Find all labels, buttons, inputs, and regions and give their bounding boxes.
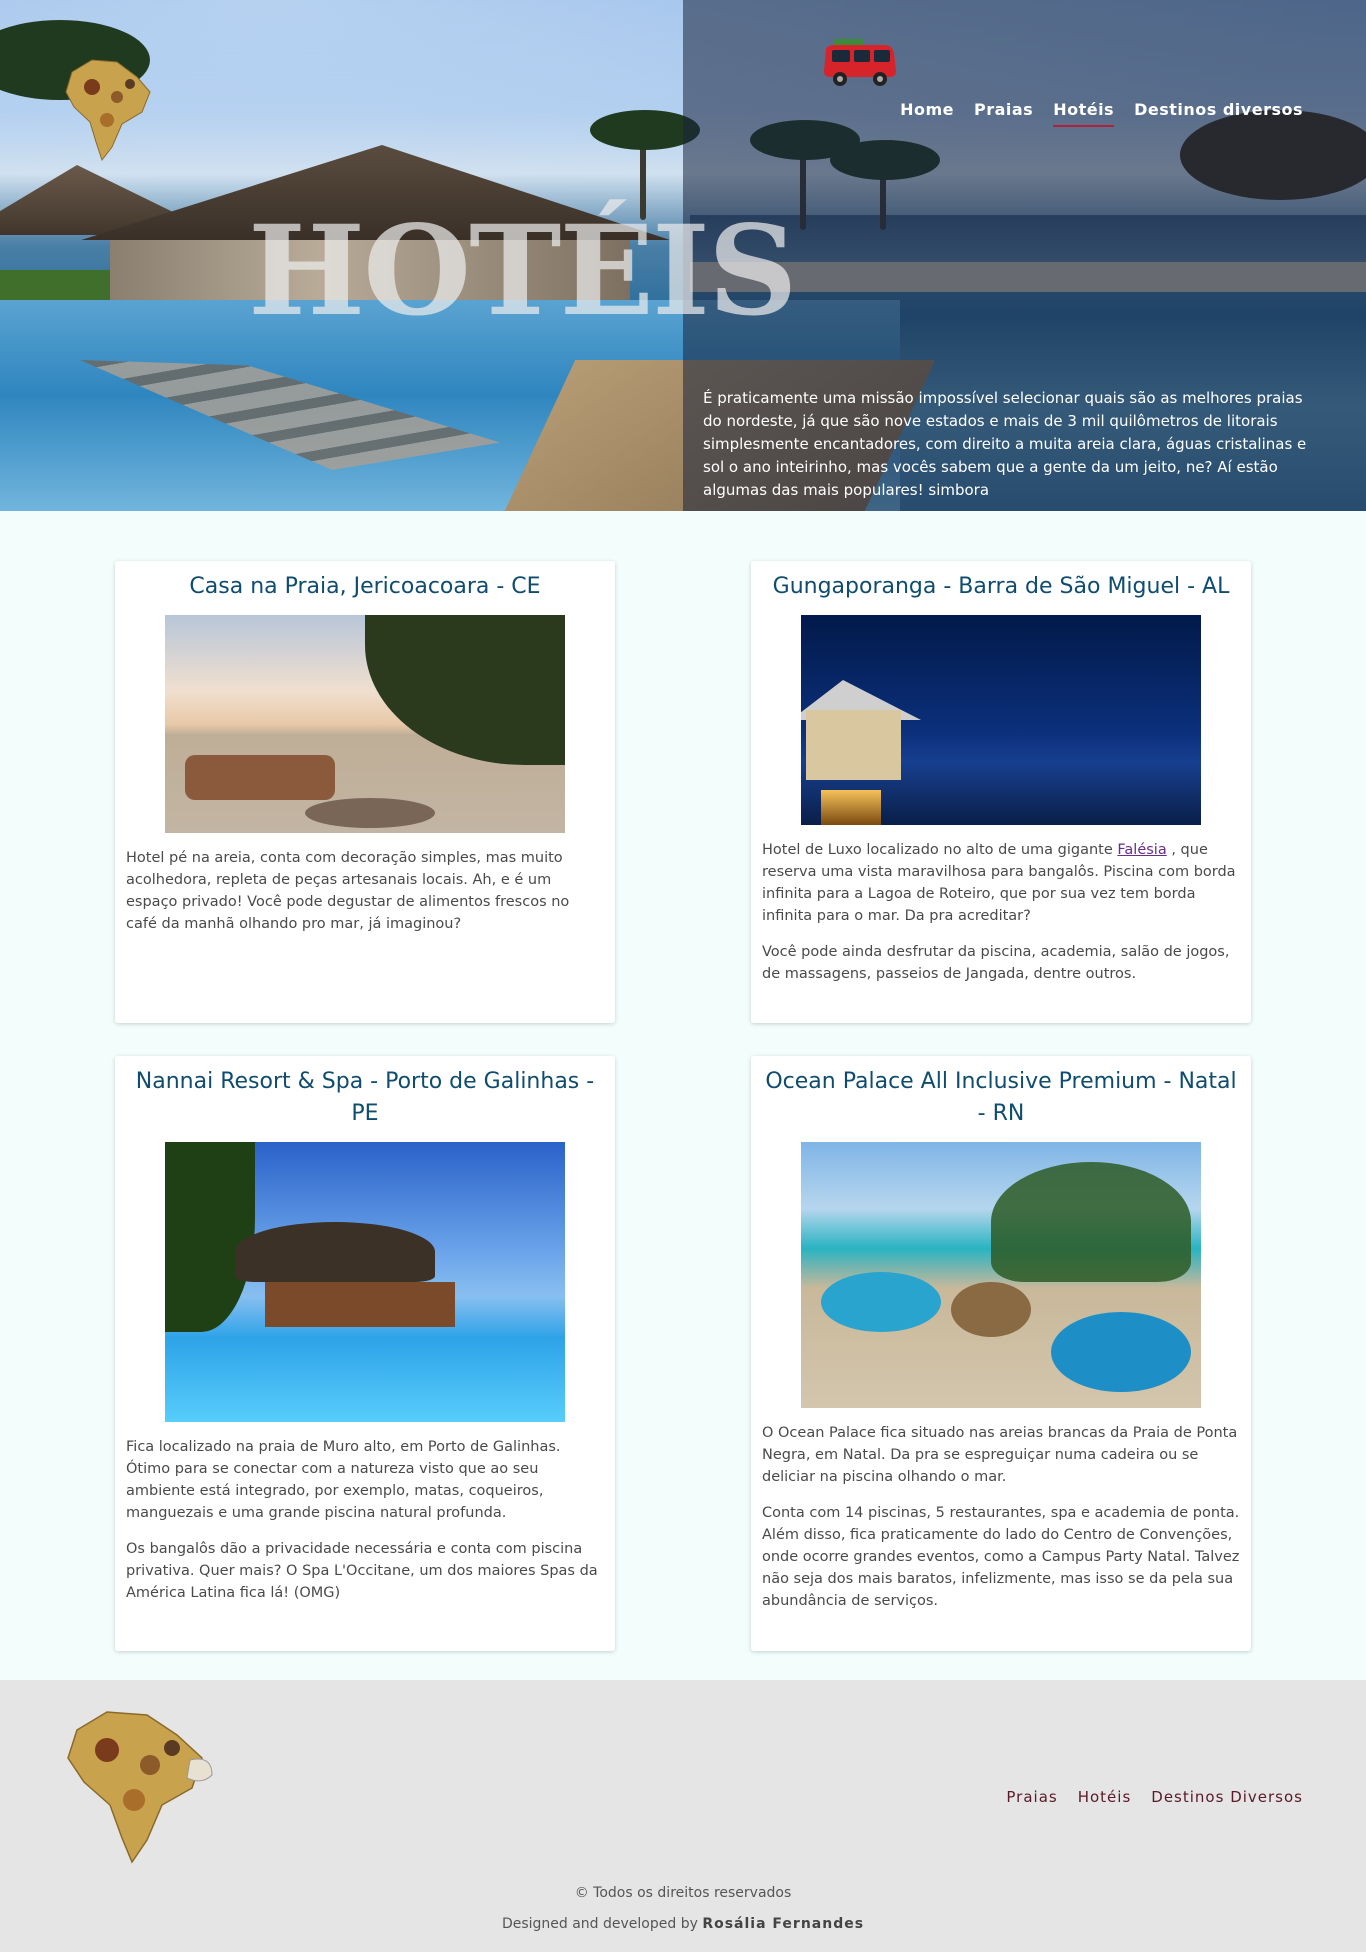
author-name: Rosália Fernandes [702, 1916, 865, 1932]
page-title: HOTÉIS [248, 199, 798, 344]
footer-praias-link[interactable]: Praias [1006, 1788, 1057, 1806]
photo-palm [165, 1142, 255, 1332]
nav-destinos-link[interactable]: Destinos diversos [1134, 100, 1303, 127]
hotel-photo-jericoacoara [165, 615, 565, 833]
photo-bungalow [806, 710, 901, 780]
footer-nav: Praias Hotéis Destinos Diversos [1006, 1788, 1303, 1806]
hotel-photo-gungaporanga [801, 615, 1201, 825]
nav-home-link[interactable]: Home [900, 100, 954, 127]
credit-text: Designed and developed by Rosália Fernan… [0, 1916, 1366, 1932]
photo-hut [951, 1282, 1031, 1337]
main-nav: Home Praias Hotéis Destinos diversos [900, 100, 1303, 127]
hotel-card-description: Você pode ainda desfrutar da piscina, ac… [762, 944, 1230, 982]
photo-tree [365, 615, 565, 765]
photo-daybed [185, 755, 335, 800]
hotel-card-description: Hotel pé na areia, conta com decoração s… [126, 850, 570, 932]
hotel-photo-nannai [165, 1142, 565, 1422]
hotel-card-gungaporanga: Gungaporanga - Barra de São Miguel - AL … [751, 561, 1251, 1023]
hotel-card-description: Hotel de Luxo localizado no alto de uma … [762, 839, 1240, 927]
copyright-text: © Todos os direitos reservados [574, 1885, 792, 1901]
footer-hoteis-link[interactable]: Hotéis [1078, 1788, 1132, 1806]
photo-light-reflection [821, 790, 881, 825]
footer-destinos-link[interactable]: Destinos Diversos [1151, 1788, 1303, 1806]
hotel-card-ocean-palace: Ocean Palace All Inclusive Premium - Nat… [751, 1056, 1251, 1651]
hotel-card-description: Fica localizado na praia de Muro alto, e… [126, 1439, 561, 1521]
hotel-card-title: Casa na Praia, Jericoacoara - CE [189, 574, 541, 599]
hotel-card-description: Os bangalôs dão a privacidade necessária… [126, 1541, 598, 1601]
photo-pool [821, 1272, 941, 1332]
hero-intro-text: É praticamente uma missão impossível sel… [703, 389, 1307, 499]
northeast-map-logo[interactable] [62, 52, 152, 162]
nav-hoteis-link[interactable]: Hotéis [1053, 100, 1115, 127]
hotel-card-title: Nannai Resort & Spa - Porto de Galinhas … [135, 1069, 595, 1126]
falesia-link[interactable]: Falésia [1117, 842, 1166, 858]
photo-thatched-roof [235, 1222, 435, 1282]
hotel-card-jericoacoara: Casa na Praia, Jericoacoara - CE Hotel p… [115, 561, 615, 1023]
photo-pool [1051, 1312, 1191, 1392]
photo-bungalow-deck [265, 1282, 455, 1327]
photo-rug [305, 798, 435, 828]
description-text: Hotel de Luxo localizado no alto de uma … [762, 842, 1118, 858]
red-van-icon [824, 39, 896, 86]
hotel-card-description: O Ocean Palace fica situado nas areias b… [762, 1425, 1238, 1485]
hotel-card-description: Conta com 14 piscinas, 5 restaurantes, s… [762, 1505, 1240, 1609]
northeast-map-logo[interactable] [62, 1700, 217, 1865]
site-footer: Praias Hotéis Destinos Diversos © Todos … [0, 1680, 1366, 1952]
credit-prefix: Designed and developed by [501, 1916, 703, 1932]
hotel-card-title: Gungaporanga - Barra de São Miguel - AL [772, 574, 1230, 599]
photo-palms [991, 1162, 1191, 1282]
hotel-photo-ocean-palace [801, 1142, 1201, 1408]
hotel-card-nannai: Nannai Resort & Spa - Porto de Galinhas … [115, 1056, 615, 1651]
hotel-card-title: Ocean Palace All Inclusive Premium - Nat… [765, 1069, 1237, 1126]
hero-banner: Home Praias Hotéis Destinos diversos HOT… [0, 0, 1366, 511]
nav-praias-link[interactable]: Praias [974, 100, 1033, 127]
